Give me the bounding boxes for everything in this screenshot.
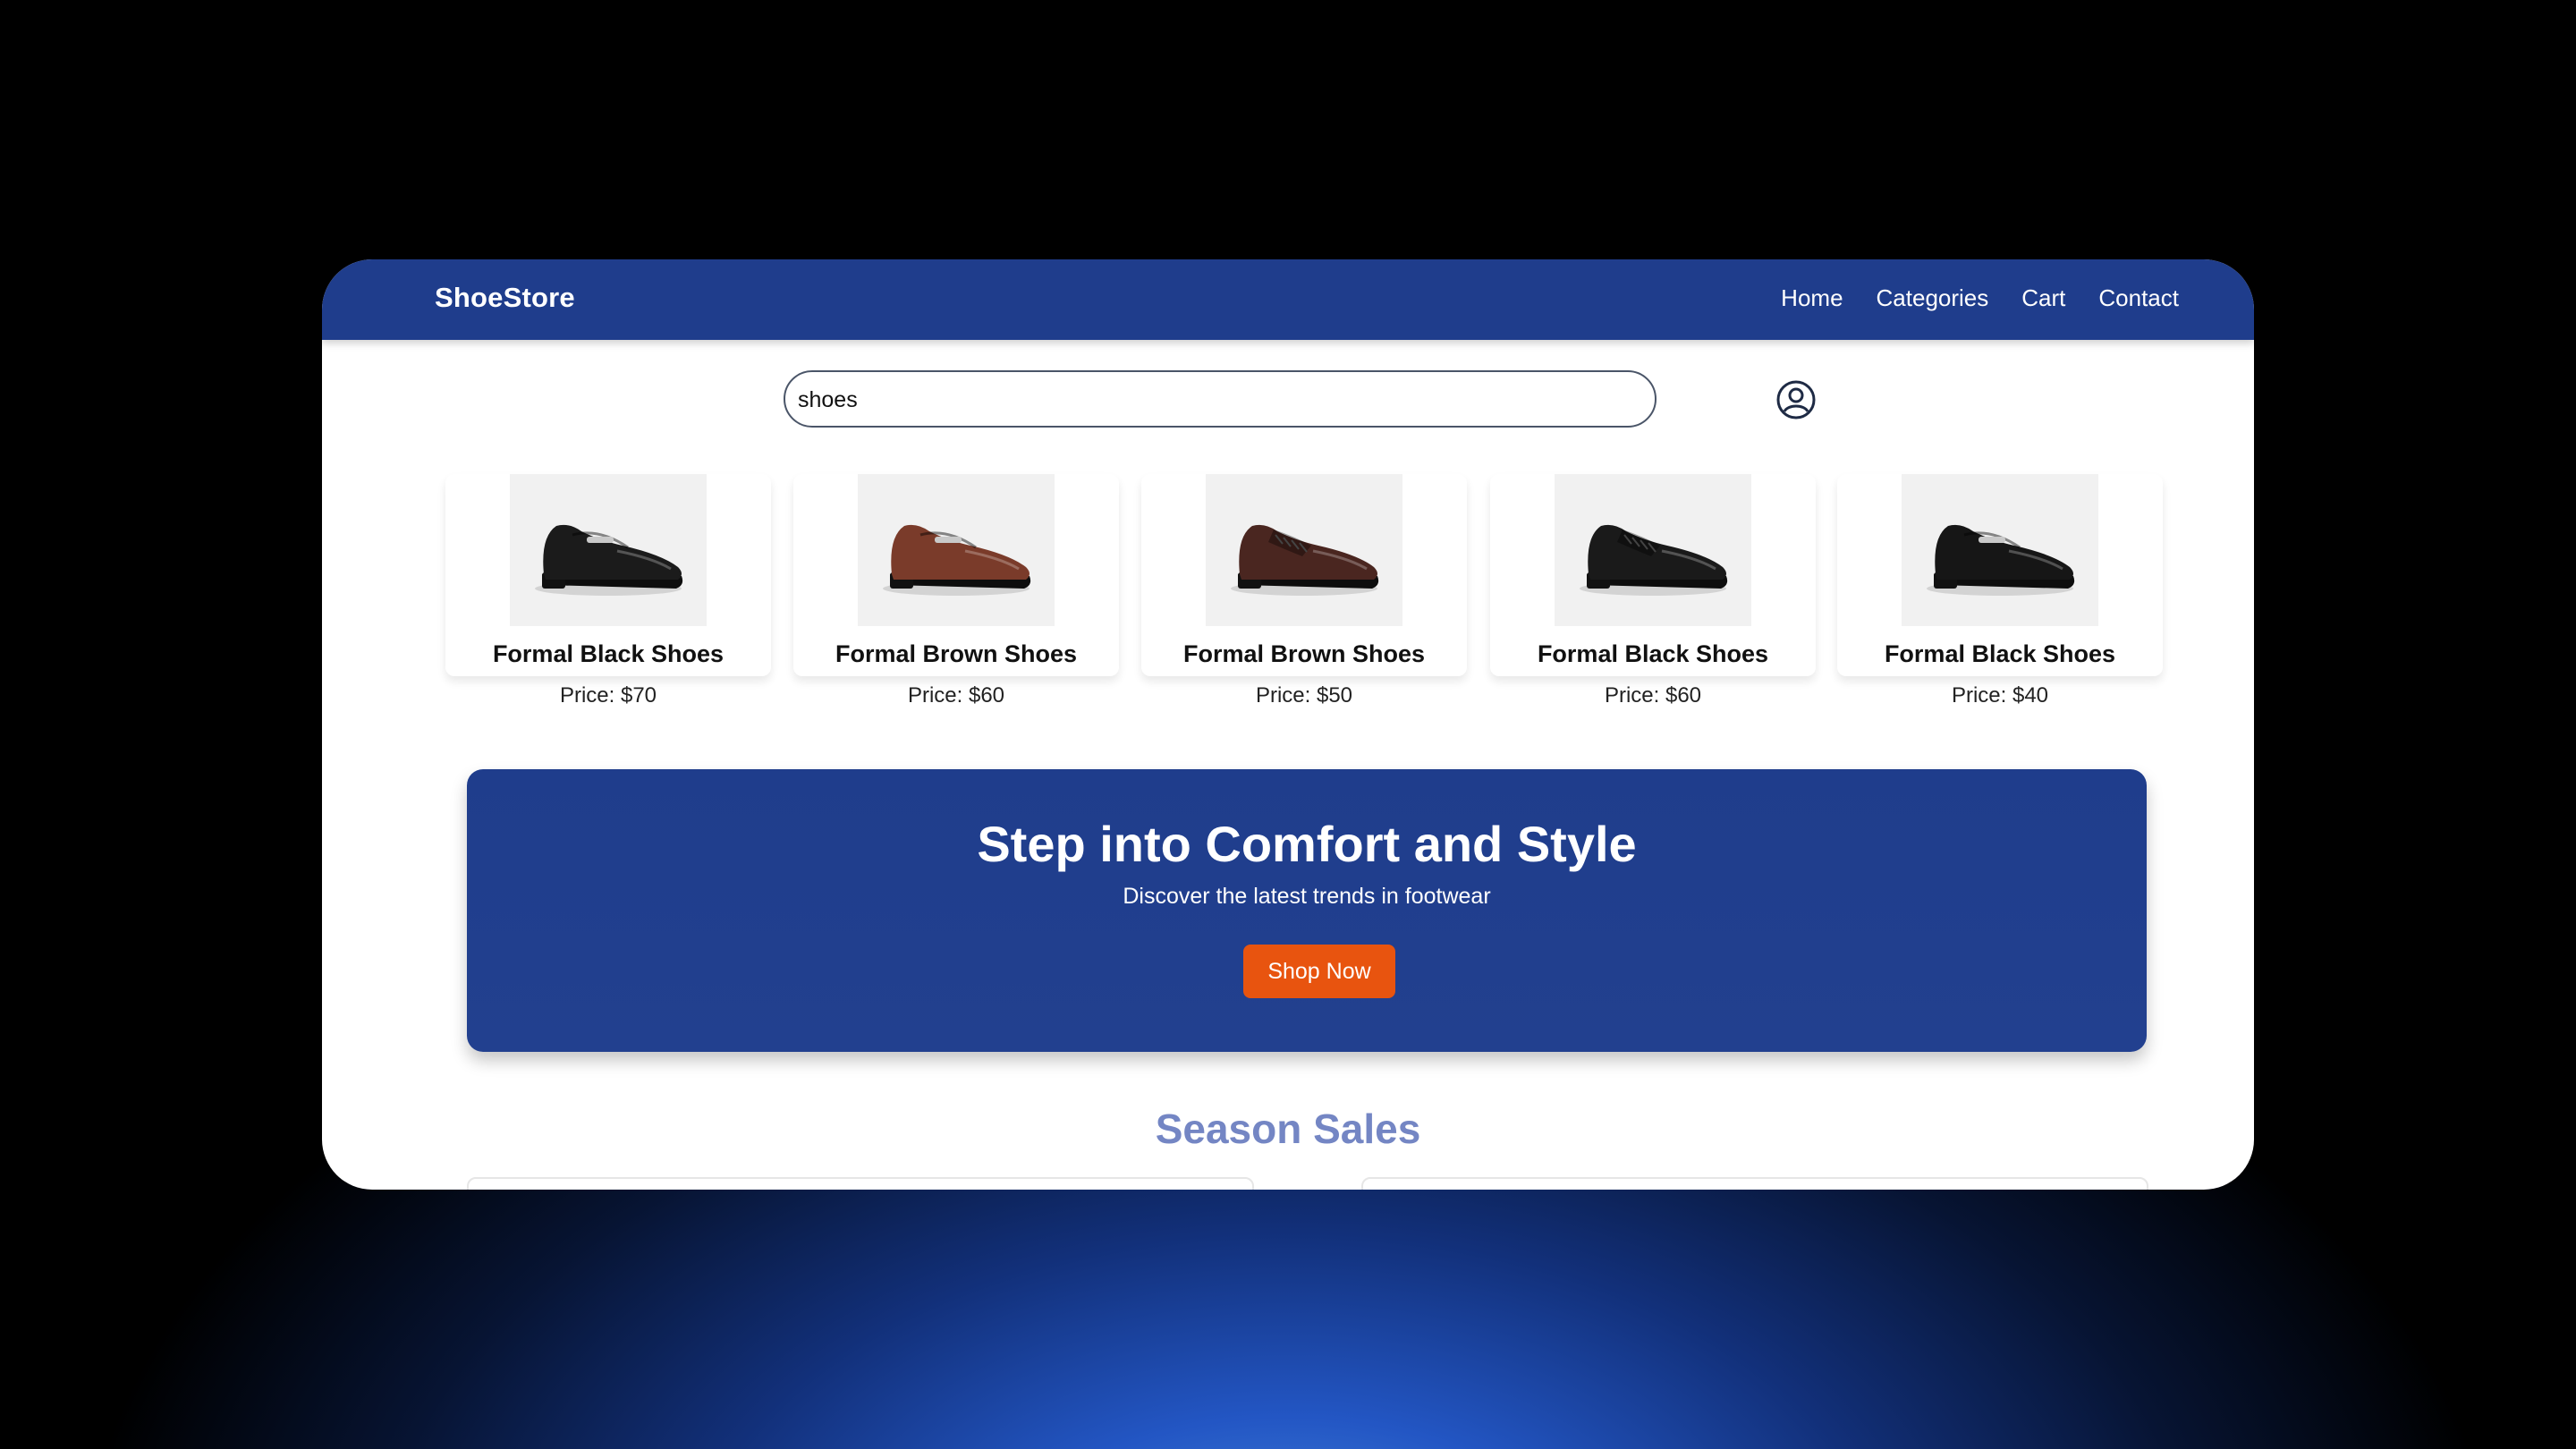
top-navbar: ShoeStore Home Categories Cart Contact bbox=[322, 259, 2254, 340]
browser-window: ShoeStore Home Categories Cart Contact F… bbox=[322, 259, 2254, 1190]
product-image[interactable] bbox=[510, 474, 707, 626]
product-image[interactable] bbox=[1902, 474, 2098, 626]
laced-shoe-icon bbox=[1580, 524, 1728, 596]
hero-title: Step into Comfort and Style bbox=[977, 816, 1637, 872]
sale-card[interactable] bbox=[467, 1177, 1254, 1190]
product-card[interactable]: Formal Black Shoes Price: $70 bbox=[445, 474, 771, 708]
brand-logo[interactable]: ShoeStore bbox=[435, 275, 575, 320]
product-price: Price: $60 bbox=[1604, 683, 1702, 708]
user-circle-icon[interactable] bbox=[1775, 379, 1817, 420]
product-name[interactable]: Formal Brown Shoes bbox=[1141, 640, 1467, 668]
product-price: Price: $50 bbox=[1255, 683, 1353, 708]
loafer-shoe-icon bbox=[883, 524, 1031, 596]
sale-card[interactable] bbox=[1361, 1177, 2148, 1190]
nav-link-home[interactable]: Home bbox=[1781, 275, 1843, 320]
hero-banner: Step into Comfort and Style Discover the… bbox=[467, 769, 2147, 1052]
product-card[interactable]: Formal Black Shoes Price: $60 bbox=[1490, 474, 1816, 708]
search-bar bbox=[784, 370, 1657, 428]
hero-subtitle: Discover the latest trends in footwear bbox=[1123, 884, 1491, 909]
shop-now-button[interactable]: Shop Now bbox=[1243, 945, 1395, 998]
product-name[interactable]: Formal Black Shoes bbox=[445, 640, 771, 668]
product-name[interactable]: Formal Brown Shoes bbox=[793, 640, 1119, 668]
product-price: Price: $60 bbox=[907, 683, 1005, 708]
product-card[interactable]: Formal Brown Shoes Price: $50 bbox=[1141, 474, 1467, 708]
product-price: Price: $70 bbox=[559, 683, 657, 708]
product-name[interactable]: Formal Black Shoes bbox=[1837, 640, 2163, 668]
product-image[interactable] bbox=[858, 474, 1055, 626]
product-card[interactable]: Formal Black Shoes Price: $40 bbox=[1837, 474, 2163, 708]
product-name[interactable]: Formal Black Shoes bbox=[1490, 640, 1816, 668]
nav-link-cart[interactable]: Cart bbox=[2021, 275, 2065, 320]
product-image[interactable] bbox=[1555, 474, 1751, 626]
loafer-shoe-icon bbox=[535, 524, 683, 596]
product-list: Formal Black Shoes Price: $70 Formal Bro… bbox=[445, 474, 2163, 708]
season-sales-heading: Season Sales bbox=[1155, 1106, 1421, 1152]
nav-link-categories[interactable]: Categories bbox=[1877, 275, 1989, 320]
search-input[interactable] bbox=[796, 372, 1640, 428]
laced-shoe-icon bbox=[1231, 524, 1379, 596]
loafer-shoe-icon bbox=[1927, 524, 2075, 596]
product-card[interactable]: Formal Brown Shoes Price: $60 bbox=[793, 474, 1119, 708]
product-image[interactable] bbox=[1206, 474, 1402, 626]
nav-links: Home Categories Cart Contact bbox=[1781, 275, 2179, 320]
product-price: Price: $40 bbox=[1951, 683, 2049, 708]
nav-link-contact[interactable]: Contact bbox=[2098, 275, 2179, 320]
